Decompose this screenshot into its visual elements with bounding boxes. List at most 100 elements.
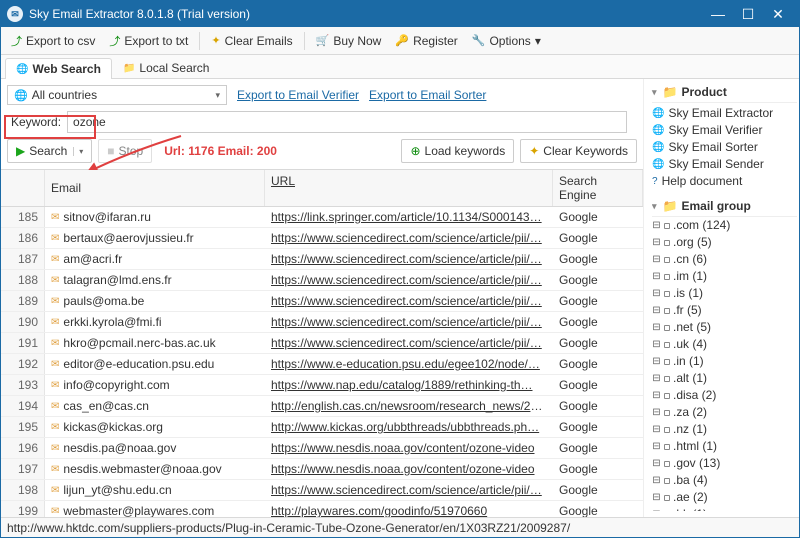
expand-icon[interactable]: ⊟ <box>652 336 661 353</box>
table-row[interactable]: 189✉pauls@oma.behttps://www.sciencedirec… <box>1 291 643 312</box>
expand-icon[interactable]: ⊟ <box>652 353 661 370</box>
table-row[interactable]: 186✉bertaux@aerovjussieu.frhttps://www.s… <box>1 228 643 249</box>
cell-url[interactable]: http://www.kickas.org/ubbthreads/ubbthre… <box>265 417 553 437</box>
side-panel: ▾📁Product 🌐Sky Email Extractor🌐Sky Email… <box>644 79 799 517</box>
group-node[interactable]: ⊟.net (5) <box>652 319 797 336</box>
table-row[interactable]: 192✉editor@e-education.psu.eduhttps://ww… <box>1 354 643 375</box>
expand-icon[interactable]: ⊟ <box>652 251 661 268</box>
stop-button[interactable]: ■ Stop <box>98 139 152 163</box>
group-node[interactable]: ⊟.ba (4) <box>652 472 797 489</box>
cell-url[interactable]: https://link.springer.com/article/10.113… <box>265 207 553 227</box>
chevron-down-icon[interactable]: ▾ <box>652 201 657 212</box>
col-engine[interactable]: Search Engine <box>553 170 643 206</box>
expand-icon[interactable]: ⊟ <box>652 455 661 472</box>
cell-url[interactable]: https://www.sciencedirect.com/science/ar… <box>265 333 553 353</box>
table-row[interactable]: 185✉sitnov@ifaran.ruhttps://link.springe… <box>1 207 643 228</box>
product-item[interactable]: 🌐Sky Email Sorter <box>652 140 797 154</box>
group-node[interactable]: ⊟.in (1) <box>652 353 797 370</box>
export-txt-button[interactable]: ⤴Export to txt <box>103 30 194 52</box>
cell-url[interactable]: https://www.sciencedirect.com/science/ar… <box>265 249 553 269</box>
group-node[interactable]: ⊟.cn (6) <box>652 251 797 268</box>
table-row[interactable]: 190✉erkki.kyrola@fmi.fihttps://www.scien… <box>1 312 643 333</box>
cell-url[interactable]: https://www.sciencedirect.com/science/ar… <box>265 291 553 311</box>
cell-url[interactable]: https://www.nesdis.noaa.gov/content/ozon… <box>265 438 553 458</box>
cell-url[interactable]: https://www.sciencedirect.com/science/ar… <box>265 480 553 500</box>
expand-icon[interactable]: ⊟ <box>652 217 661 234</box>
table-row[interactable]: 197✉nesdis.webmaster@noaa.govhttps://www… <box>1 459 643 480</box>
group-node[interactable]: ⊟.gov (13) <box>652 455 797 472</box>
group-node[interactable]: ⊟.fr (5) <box>652 302 797 319</box>
group-node[interactable]: ⊟.im (1) <box>652 268 797 285</box>
search-button[interactable]: ▶ Search ▾ <box>7 139 92 163</box>
expand-icon[interactable]: ⊟ <box>652 472 661 489</box>
cell-url[interactable]: https://www.sciencedirect.com/science/ar… <box>265 312 553 332</box>
table-row[interactable]: 194✉cas_en@cas.cnhttp://english.cas.cn/n… <box>1 396 643 417</box>
country-dropdown[interactable]: 🌐 All countries ▾ <box>7 85 227 105</box>
chevron-down-icon[interactable]: ▾ <box>652 87 657 98</box>
export-verifier-link[interactable]: Export to Email Verifier <box>237 88 359 102</box>
group-node[interactable]: ⊟.alt (1) <box>652 370 797 387</box>
table-row[interactable]: 191✉hkro@pcmail.nerc-bas.ac.ukhttps://ww… <box>1 333 643 354</box>
product-item[interactable]: 🌐Sky Email Verifier <box>652 123 797 137</box>
cell-url[interactable]: http://english.cas.cn/newsroom/research_… <box>265 396 553 416</box>
clear-keywords-button[interactable]: ✦Clear Keywords <box>520 139 637 163</box>
table-row[interactable]: 198✉lijun_yt@shu.edu.cnhttps://www.scien… <box>1 480 643 501</box>
close-button[interactable]: ✕ <box>763 1 793 27</box>
expand-icon[interactable]: ⊟ <box>652 302 661 319</box>
options-button[interactable]: 🔧Options▾ <box>466 31 547 51</box>
row-number: 193 <box>1 375 45 395</box>
product-item-label: Sky Email Sorter <box>668 140 757 154</box>
cell-url[interactable]: https://www.sciencedirect.com/science/ar… <box>265 228 553 248</box>
table-row[interactable]: 187✉am@acri.frhttps://www.sciencedirect.… <box>1 249 643 270</box>
cell-email: ✉erkki.kyrola@fmi.fi <box>45 312 265 332</box>
group-node[interactable]: ⊟.uk (4) <box>652 336 797 353</box>
group-node[interactable]: ⊟.za (2) <box>652 404 797 421</box>
results-grid[interactable]: Email URL Search Engine 185✉sitnov@ifara… <box>1 169 643 517</box>
expand-icon[interactable]: ⊟ <box>652 268 661 285</box>
load-keywords-button[interactable]: ⊕Load keywords <box>401 139 514 163</box>
table-row[interactable]: 195✉kickas@kickas.orghttp://www.kickas.o… <box>1 417 643 438</box>
col-email[interactable]: Email <box>45 170 265 206</box>
cell-url[interactable]: https://www.nesdis.noaa.gov/content/ozon… <box>265 459 553 479</box>
group-node[interactable]: ⊟.html (1) <box>652 438 797 455</box>
expand-icon[interactable]: ⊟ <box>652 387 661 404</box>
table-row[interactable]: 193✉info@copyright.comhttps://www.nap.ed… <box>1 375 643 396</box>
cell-url[interactable]: https://www.nap.edu/catalog/1889/rethink… <box>265 375 553 395</box>
expand-icon[interactable]: ⊟ <box>652 319 661 336</box>
expand-icon[interactable]: ⊟ <box>652 285 661 302</box>
cell-url[interactable]: https://www.sciencedirect.com/science/ar… <box>265 270 553 290</box>
register-button[interactable]: 🔑Register <box>389 31 463 51</box>
group-node[interactable]: ⊟.org (5) <box>652 234 797 251</box>
expand-icon[interactable]: ⊟ <box>652 438 661 455</box>
group-node[interactable]: ⊟.com (124) <box>652 217 797 234</box>
expand-icon[interactable]: ⊟ <box>652 234 661 251</box>
export-csv-button[interactable]: ⤴Export to csv <box>5 30 101 52</box>
expand-icon[interactable]: ⊟ <box>652 370 661 387</box>
expand-icon[interactable]: ⊟ <box>652 421 661 438</box>
maximize-button[interactable]: ☐ <box>733 1 763 27</box>
expand-icon[interactable]: ⊟ <box>652 506 661 511</box>
cell-url[interactable]: http://playwares.com/goodinfo/51970660 <box>265 501 553 517</box>
product-item[interactable]: 🌐Sky Email Sender <box>652 157 797 171</box>
expand-icon[interactable]: ⊟ <box>652 489 661 506</box>
expand-icon[interactable]: ⊟ <box>652 404 661 421</box>
table-row[interactable]: 199✉webmaster@playwares.comhttp://playwa… <box>1 501 643 517</box>
clear-emails-button[interactable]: ✦Clear Emails <box>205 31 298 51</box>
export-sorter-link[interactable]: Export to Email Sorter <box>369 88 486 102</box>
table-row[interactable]: 188✉talagran@lmd.ens.frhttps://www.scien… <box>1 270 643 291</box>
tab-local-search[interactable]: 📁Local Search <box>112 57 221 78</box>
group-node[interactable]: ⊟.nz (1) <box>652 421 797 438</box>
minimize-button[interactable]: — <box>703 1 733 27</box>
group-node[interactable]: ⊟.hk (1) <box>652 506 797 511</box>
group-node[interactable]: ⊟.disa (2) <box>652 387 797 404</box>
cell-url[interactable]: https://www.e-education.psu.edu/egee102/… <box>265 354 553 374</box>
product-item[interactable]: ?Help document <box>652 174 797 188</box>
group-node[interactable]: ⊟.is (1) <box>652 285 797 302</box>
table-row[interactable]: 196✉nesdis.pa@noaa.govhttps://www.nesdis… <box>1 438 643 459</box>
col-url[interactable]: URL <box>265 170 553 206</box>
product-item[interactable]: 🌐Sky Email Extractor <box>652 106 797 120</box>
tab-web-search[interactable]: 🌐Web Search <box>5 58 112 79</box>
buy-now-button[interactable]: 🛒Buy Now <box>310 31 388 51</box>
keyword-input[interactable] <box>67 111 627 133</box>
group-node[interactable]: ⊟.ae (2) <box>652 489 797 506</box>
